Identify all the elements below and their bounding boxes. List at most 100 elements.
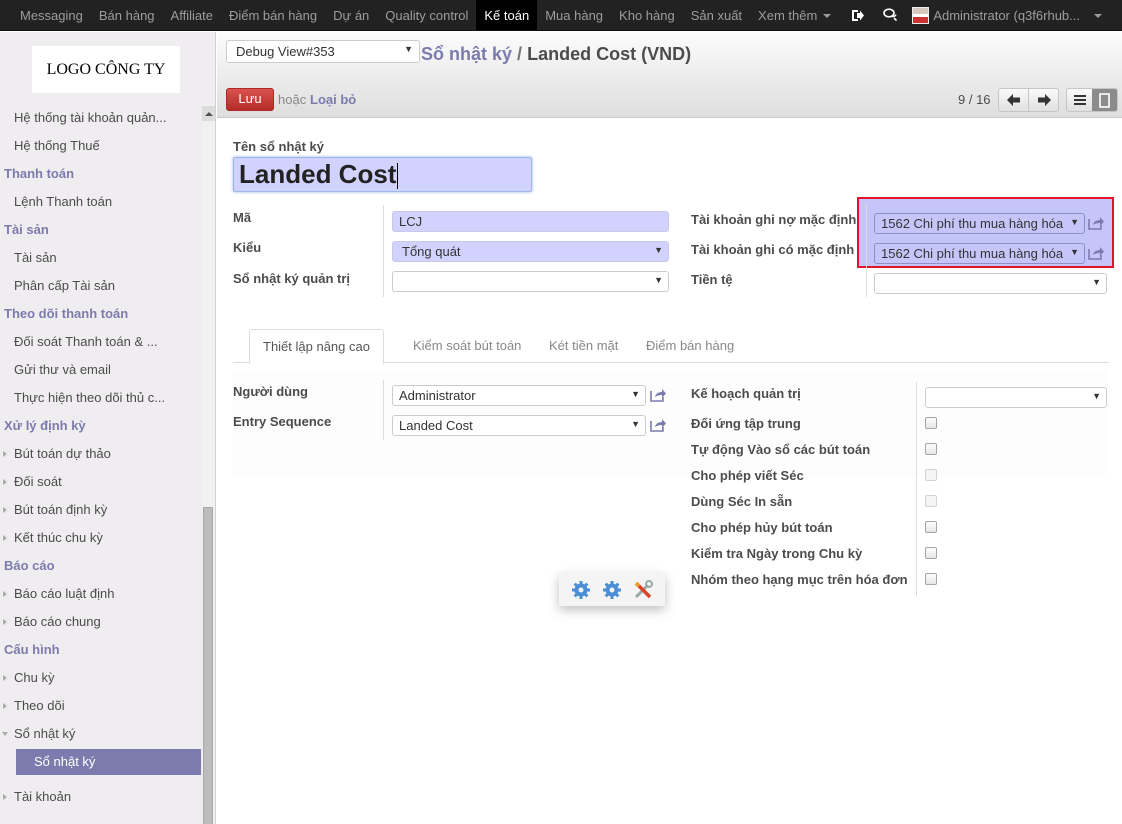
breadcrumb-journals-link[interactable]: Sổ nhật ký bbox=[421, 44, 512, 64]
external-link-icon[interactable] bbox=[1088, 216, 1105, 230]
sidebar-item-manual-followups[interactable]: Thực hiện theo dõi thủ c... bbox=[0, 384, 202, 412]
control-panel: Debug View#353 ▼ Sổ nhật ký / Landed Cos… bbox=[217, 32, 1122, 118]
tab-entry-controls[interactable]: Kiểm soát bút toán bbox=[400, 329, 534, 363]
external-link-icon[interactable] bbox=[650, 388, 667, 402]
pager-next-button[interactable] bbox=[1029, 89, 1058, 111]
sidebar-item-reconcile-payments[interactable]: Đối soát Thanh toán & ... bbox=[0, 328, 202, 356]
sidebar-section-reporting: Báo cáo bbox=[4, 558, 55, 573]
journal-name-label: Tên sổ nhật ký bbox=[233, 139, 325, 154]
sidebar-item-accounts[interactable]: Tài khoản bbox=[0, 783, 202, 811]
tab-point-of-sale[interactable]: Điểm bán hàng bbox=[633, 329, 747, 363]
sidebar-item-draft-entries[interactable]: Bút toán dự thảo bbox=[0, 440, 202, 468]
sidebar-item-asset-hierarchy[interactable]: Phân cấp Tài sản bbox=[0, 272, 202, 300]
debug-gear-button[interactable] bbox=[570, 579, 592, 601]
column-separator bbox=[383, 380, 384, 440]
analytic-journal-label: Sổ nhật ký quản trị bbox=[233, 271, 351, 286]
menu-messaging[interactable]: Messaging bbox=[12, 0, 91, 30]
user-name: Administrator (q3f6rhub... bbox=[933, 7, 1080, 23]
centralized-counterpart-checkbox[interactable] bbox=[925, 417, 937, 429]
discard-link[interactable]: Loại bỏ bbox=[310, 92, 356, 107]
menu-affiliate[interactable]: Affiliate bbox=[163, 0, 221, 30]
form-view-button[interactable] bbox=[1092, 89, 1117, 111]
default-debit-account-select[interactable]: 1562 Chi phí thu mua hàng hóa ▼ bbox=[874, 213, 1085, 234]
sidebar-item-generic-reports[interactable]: Báo cáo chung bbox=[0, 608, 202, 636]
sidebar-item-assets[interactable]: Tài sản bbox=[0, 244, 202, 272]
tools-icon bbox=[634, 579, 654, 598]
sidebar-item-journals-group[interactable]: Sổ nhật ký bbox=[0, 720, 202, 748]
sidebar: LOGO CÔNG TY Hệ thống tài khoản quản... … bbox=[0, 32, 216, 824]
caret-down-icon bbox=[1094, 14, 1102, 18]
gear-icon bbox=[602, 580, 621, 599]
external-link-icon[interactable] bbox=[1088, 246, 1105, 260]
tab-advanced-settings[interactable]: Thiết lập nâng cao bbox=[249, 329, 384, 364]
company-logo[interactable]: LOGO CÔNG TY bbox=[32, 46, 180, 93]
currency-label: Tiền tệ bbox=[691, 272, 733, 287]
sidebar-section-payment-followup: Theo dõi thanh toán bbox=[4, 306, 129, 321]
arrow-right-icon bbox=[1037, 94, 1051, 106]
analytic-plan-label: Kế hoạch quản trị bbox=[691, 386, 801, 401]
type-label: Kiểu bbox=[233, 240, 262, 255]
sidebar-item-tax-charts[interactable]: Hệ thống Thuế bbox=[0, 132, 202, 160]
debug-gear-button[interactable] bbox=[601, 579, 623, 601]
sidebar-item-analytic-charts[interactable]: Hệ thống tài khoản quản... bbox=[0, 104, 202, 132]
sidebar-item-end-of-period[interactable]: Kết thúc chu kỳ bbox=[0, 524, 202, 552]
allow-cancel-entries-checkbox[interactable] bbox=[925, 521, 937, 533]
expand-arrow-icon bbox=[3, 703, 7, 709]
sidebar-item-followups[interactable]: Theo dõi bbox=[0, 692, 202, 720]
autopost-entries-checkbox[interactable] bbox=[925, 443, 937, 455]
menu-purchase[interactable]: Mua hàng bbox=[537, 0, 611, 30]
pager-previous-button[interactable] bbox=[999, 89, 1029, 111]
sidebar-scrollbar-thumb[interactable] bbox=[203, 507, 213, 824]
debug-view-value: Debug View#353 bbox=[236, 44, 335, 59]
menu-project[interactable]: Dự án bbox=[325, 0, 377, 30]
analytic-journal-select[interactable]: ▼ bbox=[392, 271, 669, 292]
sidebar-item-reconciliation[interactable]: Đối soát bbox=[0, 468, 202, 496]
sidebar-item-journals[interactable]: Sổ nhật ký bbox=[16, 749, 201, 775]
group-invoice-lines-checkbox[interactable] bbox=[925, 573, 937, 585]
menu-point-of-sale[interactable]: Điểm bán hàng bbox=[221, 0, 325, 30]
type-select[interactable]: Tổng quát ▼ bbox=[392, 241, 669, 262]
entry-sequence-label: Entry Sequence bbox=[233, 414, 332, 429]
menu-more[interactable]: Xem thêm bbox=[750, 0, 839, 30]
menu-inventory[interactable]: Kho hàng bbox=[611, 0, 683, 30]
debug-view-select[interactable]: Debug View#353 ▼ bbox=[226, 40, 420, 63]
preprinted-check-checkbox bbox=[925, 495, 937, 507]
user-menu[interactable]: Administrator (q3f6rhub... bbox=[906, 6, 1102, 24]
sidebar-item-periods[interactable]: Chu kỳ bbox=[0, 664, 202, 692]
scroll-up-button[interactable] bbox=[202, 106, 215, 121]
sidebar-item-recurring-entries[interactable]: Bút toán định kỳ bbox=[0, 496, 202, 524]
check-date-in-period-checkbox[interactable] bbox=[925, 547, 937, 559]
external-link-icon[interactable] bbox=[650, 418, 667, 432]
pager-value: 9 / 16 bbox=[958, 92, 991, 107]
sidebar-item-send-letters[interactable]: Gửi thư và email bbox=[0, 356, 202, 384]
arrow-up-icon bbox=[204, 111, 213, 116]
menu-quality-control[interactable]: Quality control bbox=[377, 0, 476, 30]
dropdown-arrow-icon: ▼ bbox=[631, 419, 640, 429]
analytic-plan-select[interactable]: ▼ bbox=[925, 387, 1107, 408]
sidebar-item-legal-reports[interactable]: Báo cáo luật định bbox=[0, 580, 202, 608]
menu-sales[interactable]: Bán hàng bbox=[91, 0, 163, 30]
group-invoice-lines-label: Nhóm theo hạng mục trên hóa đơn bbox=[691, 572, 908, 587]
form-sheet: Tên sổ nhật ký Landed Cost Mã LCJ Kiểu T… bbox=[217, 119, 1122, 824]
journal-name-input[interactable]: Landed Cost bbox=[233, 157, 532, 192]
breadcrumb-current: Landed Cost (VND) bbox=[527, 44, 692, 64]
chat-button[interactable] bbox=[874, 0, 906, 31]
save-button[interactable]: Lưu bbox=[226, 88, 274, 111]
sidebar-item-label: Kết thúc chu kỳ bbox=[14, 530, 103, 545]
autopost-entries-label: Tự động Vào sổ các bút toán bbox=[691, 442, 871, 457]
code-input[interactable]: LCJ bbox=[392, 211, 669, 232]
currency-select[interactable]: ▼ bbox=[874, 273, 1107, 294]
sidebar-item-payment-orders[interactable]: Lệnh Thanh toán bbox=[0, 188, 202, 216]
debug-tools-button[interactable] bbox=[632, 579, 654, 601]
default-credit-account-select[interactable]: 1562 Chi phí thu mua hàng hóa ▼ bbox=[874, 243, 1085, 264]
tab-cash-registers[interactable]: Két tiền mặt bbox=[536, 329, 631, 363]
list-view-button[interactable] bbox=[1067, 89, 1092, 111]
column-separator bbox=[383, 205, 384, 297]
menu-manufacturing[interactable]: Sản xuất bbox=[683, 0, 750, 30]
menu-accounting[interactable]: Kế toán bbox=[476, 0, 538, 30]
sign-out-button[interactable] bbox=[842, 0, 874, 31]
entry-sequence-value: Landed Cost bbox=[399, 418, 473, 433]
collapse-arrow-icon bbox=[2, 732, 8, 736]
users-select[interactable]: Administrator ▼ bbox=[392, 385, 646, 406]
entry-sequence-select[interactable]: Landed Cost ▼ bbox=[392, 415, 646, 436]
